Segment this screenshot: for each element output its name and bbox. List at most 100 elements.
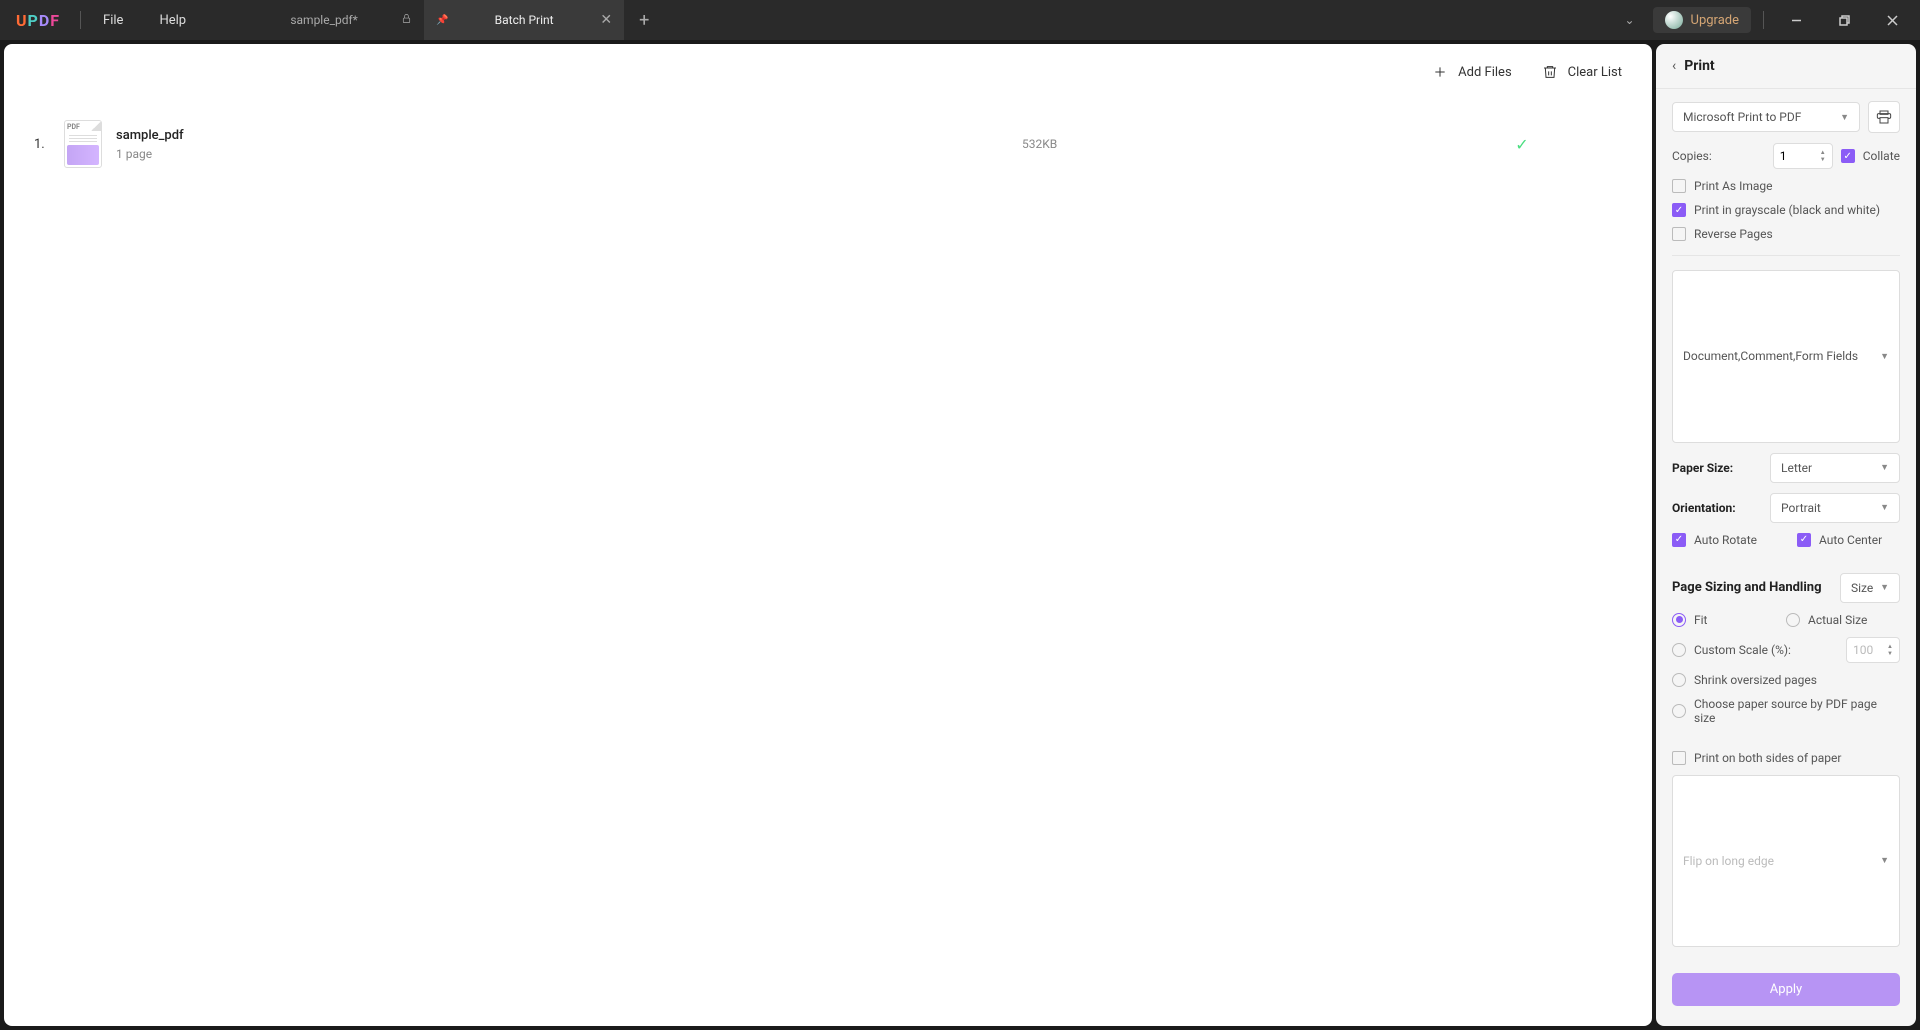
print-panel: ‹ Print Microsoft Print to PDF ▼ Copies:… [1656, 44, 1916, 1026]
collate-label: Collate [1863, 149, 1900, 163]
app-logo: UPDF [0, 11, 76, 30]
copies-field[interactable] [1780, 149, 1810, 163]
panel-header: ‹ Print [1656, 44, 1916, 89]
actual-size-radio[interactable]: Actual Size [1786, 613, 1900, 627]
caret-icon: ▼ [1880, 462, 1889, 473]
checkbox-icon [1672, 533, 1686, 547]
radio-icon [1672, 643, 1686, 657]
minimize-button[interactable] [1776, 5, 1816, 35]
checkbox-icon [1841, 149, 1855, 163]
add-files-label: Add Files [1458, 65, 1511, 80]
menu-file[interactable]: File [85, 13, 141, 28]
shrink-radio[interactable]: Shrink oversized pages [1672, 673, 1900, 687]
orientation-select[interactable]: Portrait ▼ [1770, 493, 1900, 523]
tab-label: sample_pdf* [290, 13, 358, 27]
tab-batch-print[interactable]: 📌 Batch Print ✕ [424, 0, 624, 40]
grayscale-checkbox[interactable]: Print in grayscale (black and white) [1672, 203, 1900, 217]
printer-select-value: Microsoft Print to PDF [1683, 110, 1801, 124]
collate-checkbox[interactable]: Collate [1841, 149, 1900, 163]
file-name: sample_pdf [116, 128, 184, 143]
spinner-down[interactable]: ▼ [1820, 156, 1826, 163]
paper-source-label: Choose paper source by PDF page size [1694, 697, 1900, 725]
panel-footer: Apply [1656, 959, 1916, 1026]
print-as-image-label: Print As Image [1694, 179, 1773, 193]
fit-label: Fit [1694, 613, 1707, 627]
chevron-down-icon[interactable]: ⌄ [1614, 13, 1644, 27]
custom-scale-field[interactable] [1853, 643, 1883, 657]
checkbox-icon [1672, 227, 1686, 241]
flip-select-value: Flip on long edge [1683, 854, 1774, 868]
file-list: 1. PDF sample_pdf 1 page 532KB ✓ [4, 90, 1652, 1026]
menu-help[interactable]: Help [141, 13, 204, 28]
close-icon[interactable]: ✕ [600, 12, 612, 28]
paper-size-value: Letter [1781, 461, 1812, 475]
sizing-select[interactable]: Size ▼ [1840, 573, 1900, 603]
reverse-pages-checkbox[interactable]: Reverse Pages [1672, 227, 1900, 241]
actual-size-label: Actual Size [1808, 613, 1867, 627]
add-files-button[interactable]: Add Files [1432, 64, 1511, 80]
pin-icon: 📌 [436, 15, 448, 26]
auto-center-label: Auto Center [1819, 533, 1882, 547]
auto-rotate-label: Auto Rotate [1694, 533, 1757, 547]
caret-icon: ▼ [1880, 351, 1889, 362]
checkbox-icon [1672, 203, 1686, 217]
radio-icon [1672, 613, 1686, 627]
tab-label: Batch Print [495, 13, 554, 27]
custom-scale-radio[interactable]: Custom Scale (%): [1672, 643, 1791, 657]
tab-sample-pdf[interactable]: sample_pdf* [224, 0, 424, 40]
avatar [1665, 11, 1683, 29]
paper-source-radio[interactable]: Choose paper source by PDF page size [1672, 697, 1900, 725]
content-select-value: Document,Comment,Form Fields [1683, 349, 1858, 363]
spinner-up[interactable]: ▲ [1820, 149, 1826, 156]
clear-list-button[interactable]: Clear List [1542, 64, 1622, 80]
both-sides-checkbox[interactable]: Print on both sides of paper [1672, 751, 1900, 765]
file-info: sample_pdf 1 page [116, 128, 184, 161]
close-button[interactable] [1872, 5, 1912, 35]
checkbox-icon [1672, 179, 1686, 193]
custom-scale-label: Custom Scale (%): [1694, 643, 1791, 657]
caret-icon: ▼ [1880, 582, 1889, 593]
clear-list-label: Clear List [1568, 65, 1622, 80]
orientation-label: Orientation: [1672, 501, 1762, 515]
file-thumbnail: PDF [64, 120, 102, 168]
sizing-select-value: Size [1851, 581, 1873, 595]
divider [1763, 11, 1764, 29]
print-as-image-checkbox[interactable]: Print As Image [1672, 179, 1900, 193]
file-row[interactable]: 1. PDF sample_pdf 1 page 532KB ✓ [34, 110, 1622, 178]
radio-icon [1786, 613, 1800, 627]
tab-add-button[interactable]: + [624, 10, 664, 31]
auto-center-checkbox[interactable]: Auto Center [1797, 533, 1882, 547]
auto-rotate-checkbox[interactable]: Auto Rotate [1672, 533, 1757, 547]
check-icon: ✓ [1515, 135, 1528, 154]
fit-radio[interactable]: Fit [1672, 613, 1786, 627]
paper-size-select[interactable]: Letter ▼ [1770, 453, 1900, 483]
caret-icon: ▼ [1880, 502, 1889, 513]
maximize-button[interactable] [1824, 5, 1864, 35]
flip-select[interactable]: Flip on long edge ▼ [1672, 775, 1900, 948]
back-icon[interactable]: ‹ [1672, 58, 1676, 74]
apply-button[interactable]: Apply [1672, 973, 1900, 1006]
caret-icon: ▼ [1880, 855, 1889, 866]
lock-icon [401, 12, 412, 28]
copies-label: Copies: [1672, 149, 1765, 163]
custom-scale-input[interactable]: ▲▼ [1846, 637, 1900, 663]
divider [80, 11, 81, 29]
main-panel: Add Files Clear List 1. PDF sample_pdf 1… [4, 44, 1652, 1026]
copies-input[interactable]: ▲▼ [1773, 143, 1833, 169]
panel-title: Print [1684, 58, 1714, 74]
titlebar: UPDF File Help sample_pdf* 📌 Batch Print… [0, 0, 1920, 40]
spinner-down[interactable]: ▼ [1887, 650, 1893, 657]
printer-settings-button[interactable] [1868, 101, 1900, 133]
tab-bar: sample_pdf* 📌 Batch Print ✕ + [224, 0, 664, 40]
file-status: ✓ [1422, 135, 1622, 154]
sizing-title: Page Sizing and Handling [1672, 580, 1822, 595]
content-select[interactable]: Document,Comment,Form Fields ▼ [1672, 270, 1900, 443]
spinner-up[interactable]: ▲ [1887, 643, 1893, 650]
upgrade-label: Upgrade [1691, 13, 1739, 28]
main-toolbar: Add Files Clear List [4, 44, 1652, 90]
file-index: 1. [34, 137, 64, 152]
upgrade-button[interactable]: Upgrade [1653, 7, 1751, 33]
printer-select[interactable]: Microsoft Print to PDF ▼ [1672, 102, 1860, 132]
titlebar-right: ⌄ Upgrade [1614, 5, 1920, 35]
checkbox-icon [1672, 751, 1686, 765]
